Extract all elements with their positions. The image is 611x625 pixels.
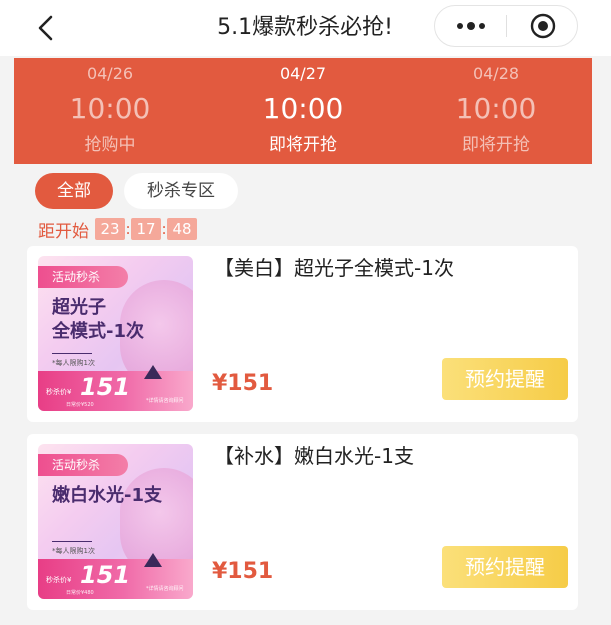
thumb-price: 151 <box>80 561 131 589</box>
triangle-decoration <box>144 365 162 379</box>
time-slot-banner: 04/26 10:00 抢购中 04/27 10:00 即将开抢 04/28 1… <box>14 58 592 164</box>
thumb-tag: 活动秒杀 <box>38 266 128 288</box>
product-name: 【补水】嫩白水光-1支 <box>214 444 414 468</box>
thumb-regular-price: 日常价¥480 <box>66 590 94 596</box>
mini-program-capsule <box>434 5 578 47</box>
thumb-price-bar: 秒杀价¥ 151 日常价¥480 *详情请咨询顾问 <box>38 553 193 599</box>
thumb-title-line1: 嫩白水光-1支 <box>52 485 162 506</box>
triangle-decoration <box>144 553 162 567</box>
slot-time: 10:00 <box>69 92 151 125</box>
nav-header: 5.1爆款秒杀必抢! <box>0 0 611 56</box>
thumb-tag: 活动秒杀 <box>38 454 128 476</box>
countdown-minutes: 17 <box>131 218 161 240</box>
tab-seckill-zone[interactable]: 秒杀专区 <box>124 173 238 209</box>
countdown-seconds: 48 <box>167 218 197 240</box>
countdown-hours: 23 <box>95 218 125 240</box>
thumb-regular-price: 日常价¥520 <box>66 402 94 408</box>
time-slot-0428[interactable]: 04/28 10:00 即将开抢 <box>400 58 592 164</box>
slot-time: 10:00 <box>262 92 344 125</box>
product-thumbnail: 活动秒杀 嫩白水光-1支 *每人限购1次 秒杀价¥ 151 日常价¥480 *详… <box>38 444 193 599</box>
slot-date: 04/27 <box>279 64 327 83</box>
thumb-note: *详情请咨询顾问 <box>146 398 184 404</box>
thumb-title-line2: 全模式-1次 <box>52 321 144 342</box>
product-card[interactable]: 活动秒杀 嫩白水光-1支 *每人限购1次 秒杀价¥ 151 日常价¥480 *详… <box>27 434 578 610</box>
thumb-price-bar: 秒杀价¥ 151 日常价¥520 *详情请咨询顾问 <box>38 365 193 411</box>
thumb-divider <box>52 541 92 542</box>
countdown-label: 距开始 <box>38 221 89 242</box>
thumb-limit: *每人限购1次 <box>52 359 95 367</box>
back-button[interactable] <box>26 8 66 48</box>
target-close-icon <box>530 13 555 39</box>
thumb-price: 151 <box>80 373 131 401</box>
remind-button[interactable]: 预约提醒 <box>442 358 568 400</box>
slot-status: 即将开抢 <box>462 135 530 155</box>
product-thumbnail: 活动秒杀 超光子 全模式-1次 *每人限购1次 秒杀价¥ 151 日常价¥520… <box>38 256 193 411</box>
thumb-note: *详情请咨询顾问 <box>146 586 184 592</box>
time-slot-0427[interactable]: 04/27 10:00 即将开抢 <box>207 58 399 164</box>
remind-button[interactable]: 预约提醒 <box>442 546 568 588</box>
product-price: ¥151 <box>212 371 274 396</box>
thumb-price-label: 秒杀价¥ <box>46 576 72 584</box>
chevron-left-icon <box>38 15 53 41</box>
slot-time: 10:00 <box>455 92 537 125</box>
more-dots-icon <box>456 22 485 30</box>
page: 5.1爆款秒杀必抢! 04/26 10:00 抢购中 04/27 10:00 即… <box>0 0 611 625</box>
page-title: 5.1爆款秒杀必抢! <box>217 15 393 40</box>
tab-all[interactable]: 全部 <box>35 173 113 209</box>
thumb-title: 嫩白水光-1支 <box>52 484 192 508</box>
close-button[interactable] <box>507 6 578 46</box>
thumb-title: 超光子 全模式-1次 <box>52 296 192 344</box>
time-slot-0426[interactable]: 04/26 10:00 抢购中 <box>14 58 206 164</box>
thumb-price-label: 秒杀价¥ <box>46 388 72 396</box>
slot-status: 抢购中 <box>84 135 136 155</box>
slot-date: 04/28 <box>472 64 520 83</box>
countdown-timer: 距开始 23 : 17 : 48 <box>38 217 197 242</box>
product-name: 【美白】超光子全模式-1次 <box>214 256 454 280</box>
thumb-limit: *每人限购1次 <box>52 547 95 555</box>
more-button[interactable] <box>435 6 506 46</box>
thumb-title-line1: 超光子 <box>52 297 106 318</box>
product-card[interactable]: 活动秒杀 超光子 全模式-1次 *每人限购1次 秒杀价¥ 151 日常价¥520… <box>27 246 578 422</box>
product-price: ¥151 <box>212 559 274 584</box>
slot-date: 04/26 <box>86 64 134 83</box>
slot-status: 即将开抢 <box>269 135 337 155</box>
thumb-divider <box>52 353 92 354</box>
